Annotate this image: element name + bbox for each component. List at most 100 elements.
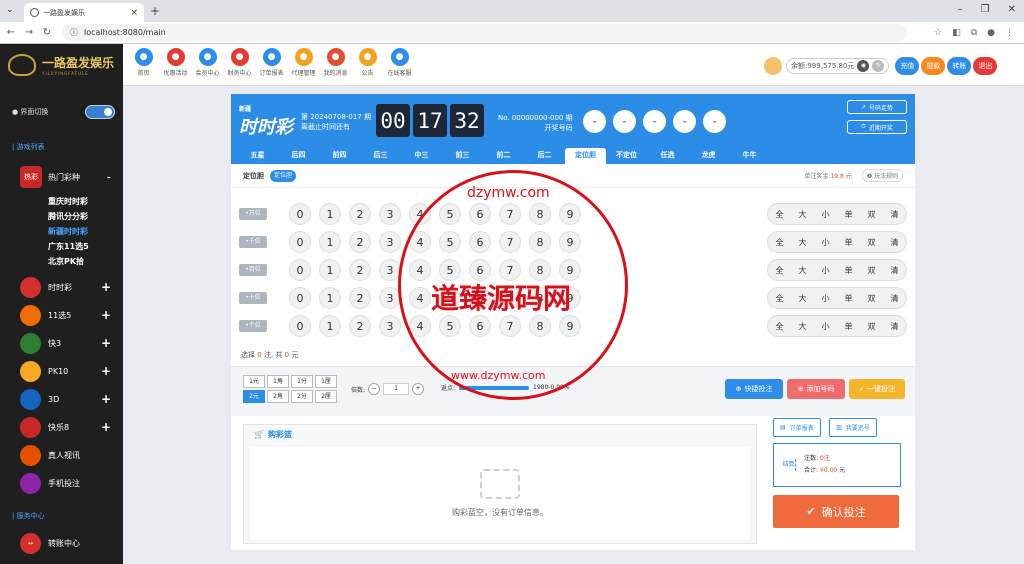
nav-item-5[interactable]: ● 代理管理 xyxy=(290,48,317,77)
digit-ball[interactable]: 7 xyxy=(499,231,521,253)
sidebar-item-lottery[interactable]: 时时彩 + xyxy=(0,273,123,301)
sidebar-item-lottery[interactable]: 11选5 + xyxy=(0,301,123,329)
digit-ball[interactable]: 7 xyxy=(499,287,521,309)
digit-ball[interactable]: 6 xyxy=(469,231,491,253)
digit-ball[interactable]: 4 xyxy=(409,287,431,309)
nav-item-3[interactable]: ● 财务中心 xyxy=(226,48,253,77)
tab-play[interactable]: 中三 xyxy=(401,148,442,164)
expand-icon[interactable]: + xyxy=(101,420,111,434)
digit-ball[interactable]: 3 xyxy=(379,259,401,281)
digit-ball[interactable]: 1 xyxy=(319,259,341,281)
digit-ball[interactable]: 7 xyxy=(499,203,521,225)
bookmark-star-icon[interactable]: ☆ xyxy=(934,28,942,38)
digit-ball[interactable]: 6 xyxy=(469,287,491,309)
sidebar-subitem[interactable]: 北京PK拾 xyxy=(0,254,123,269)
quick-select-button[interactable]: 双 xyxy=(868,265,876,276)
quick-select-button[interactable]: 全 xyxy=(776,321,784,332)
quick-select-button[interactable]: 全 xyxy=(776,209,784,220)
rules-button[interactable]: ❶ 玩法规则 xyxy=(861,169,903,182)
digit-ball[interactable]: 8 xyxy=(529,287,551,309)
expand-icon[interactable]: + xyxy=(101,392,111,406)
expand-icon[interactable]: + xyxy=(101,364,111,378)
order-report-button[interactable]: ▤ 订单报表 xyxy=(773,418,821,437)
quick-select-button[interactable]: 大 xyxy=(799,209,807,220)
digit-ball[interactable]: 2 xyxy=(349,259,371,281)
digit-ball[interactable]: 6 xyxy=(469,315,491,337)
brand-logo[interactable]: 一路盈发娱乐 YILUYINGFATULE xyxy=(0,44,123,86)
quick-select-button[interactable]: 小 xyxy=(822,293,830,304)
one-click-bet-button[interactable]: ⚡ 一键投注 xyxy=(849,379,905,399)
quick-select-button[interactable]: 清 xyxy=(891,265,899,276)
tab-menu-icon[interactable]: ⌄ xyxy=(6,5,14,15)
close-window-icon[interactable]: ✕ xyxy=(1008,4,1016,15)
account-button[interactable]: 提款 xyxy=(921,57,946,75)
maximize-icon[interactable]: ❐ xyxy=(981,4,990,15)
digit-ball[interactable]: 5 xyxy=(439,203,461,225)
tab-play[interactable]: 定位胆 xyxy=(565,148,606,164)
quick-select-button[interactable]: 清 xyxy=(891,237,899,248)
quick-select-button[interactable]: 大 xyxy=(799,237,807,248)
quick-select-button[interactable]: 双 xyxy=(868,293,876,304)
digit-ball[interactable]: 1 xyxy=(319,315,341,337)
unit-option[interactable]: 1角 xyxy=(267,375,289,388)
digit-ball[interactable]: 0 xyxy=(289,203,311,225)
rebate-slider[interactable] xyxy=(459,385,530,390)
quick-select-button[interactable]: 单 xyxy=(845,237,853,248)
browser-tab[interactable]: 一路盈发娱乐 × xyxy=(24,3,144,22)
tab-play[interactable]: 后二 xyxy=(524,148,565,164)
sidebar-item-transfer[interactable]: ↔ 转账中心 xyxy=(0,529,123,557)
trend-button[interactable]: ↗ 号码走势 xyxy=(847,100,907,114)
quick-select-button[interactable]: 单 xyxy=(845,209,853,220)
eye-icon[interactable]: ◉ xyxy=(857,60,870,72)
quick-select-button[interactable]: 小 xyxy=(822,209,830,220)
back-icon[interactable]: ← xyxy=(4,27,18,38)
unit-option[interactable]: 1元 xyxy=(243,375,265,388)
collapse-icon[interactable]: - xyxy=(107,170,111,184)
quick-select-button[interactable]: 单 xyxy=(845,293,853,304)
nav-item-2[interactable]: ● 会员中心 xyxy=(194,48,221,77)
kebab-menu-icon[interactable]: ⋮ xyxy=(1005,28,1014,38)
account-button[interactable]: 转账 xyxy=(947,57,972,75)
site-info-icon[interactable]: ⓘ xyxy=(70,27,78,38)
tab-play[interactable]: 后三 xyxy=(360,148,401,164)
digit-ball[interactable]: 0 xyxy=(289,315,311,337)
digit-ball[interactable]: 7 xyxy=(499,315,521,337)
digit-ball[interactable]: 3 xyxy=(379,287,401,309)
digit-ball[interactable]: 2 xyxy=(349,287,371,309)
quick-select-button[interactable]: 全 xyxy=(776,293,784,304)
sub-play-pill[interactable]: 定位胆 xyxy=(270,169,297,182)
sidebar-item-lottery[interactable]: 手机投注 xyxy=(0,469,123,497)
recent-draws-button[interactable]: ⏱ 近期开奖 xyxy=(847,120,907,134)
track-number-button[interactable]: ▥ 我要追号 xyxy=(829,418,877,437)
quick-select-button[interactable]: 大 xyxy=(799,265,807,276)
refresh-icon[interactable]: ↻ xyxy=(872,60,885,72)
digit-ball[interactable]: 2 xyxy=(349,315,371,337)
new-tab-button[interactable]: + xyxy=(150,4,160,18)
quick-select-button[interactable]: 单 xyxy=(845,265,853,276)
quick-select-button[interactable]: 双 xyxy=(868,209,876,220)
digit-ball[interactable]: 2 xyxy=(349,203,371,225)
url-input[interactable]: ⓘ localhost:8080/main xyxy=(62,24,907,41)
digit-ball[interactable]: 7 xyxy=(499,259,521,281)
digit-ball[interactable]: 6 xyxy=(469,203,491,225)
quick-select-button[interactable]: 全 xyxy=(776,237,784,248)
sidebar-item-lottery[interactable]: 真人视讯 xyxy=(0,441,123,469)
digit-ball[interactable]: 1 xyxy=(319,231,341,253)
minimize-icon[interactable]: – xyxy=(958,4,963,15)
tab-play[interactable]: 龙虎 xyxy=(688,148,729,164)
sidebar-item-lottery[interactable]: PK10 + xyxy=(0,357,123,385)
sidebar-subitem[interactable]: 腾讯分分彩 xyxy=(0,209,123,224)
digit-ball[interactable]: 4 xyxy=(409,203,431,225)
digit-ball[interactable]: 1 xyxy=(319,287,341,309)
digit-ball[interactable]: 8 xyxy=(529,203,551,225)
quick-select-button[interactable]: 清 xyxy=(891,293,899,304)
digit-ball[interactable]: 6 xyxy=(469,259,491,281)
nav-item-1[interactable]: ● 优惠活动 xyxy=(162,48,189,77)
nav-item-8[interactable]: ● 在线客服 xyxy=(386,48,413,77)
expand-icon[interactable]: + xyxy=(101,280,111,294)
quick-select-button[interactable]: 双 xyxy=(868,237,876,248)
tab-play[interactable]: 牛牛 xyxy=(729,148,770,164)
digit-ball[interactable]: 0 xyxy=(289,259,311,281)
tab-close-icon[interactable]: × xyxy=(130,8,138,18)
sidebar-subitem[interactable]: 广东11选5 xyxy=(0,239,123,254)
